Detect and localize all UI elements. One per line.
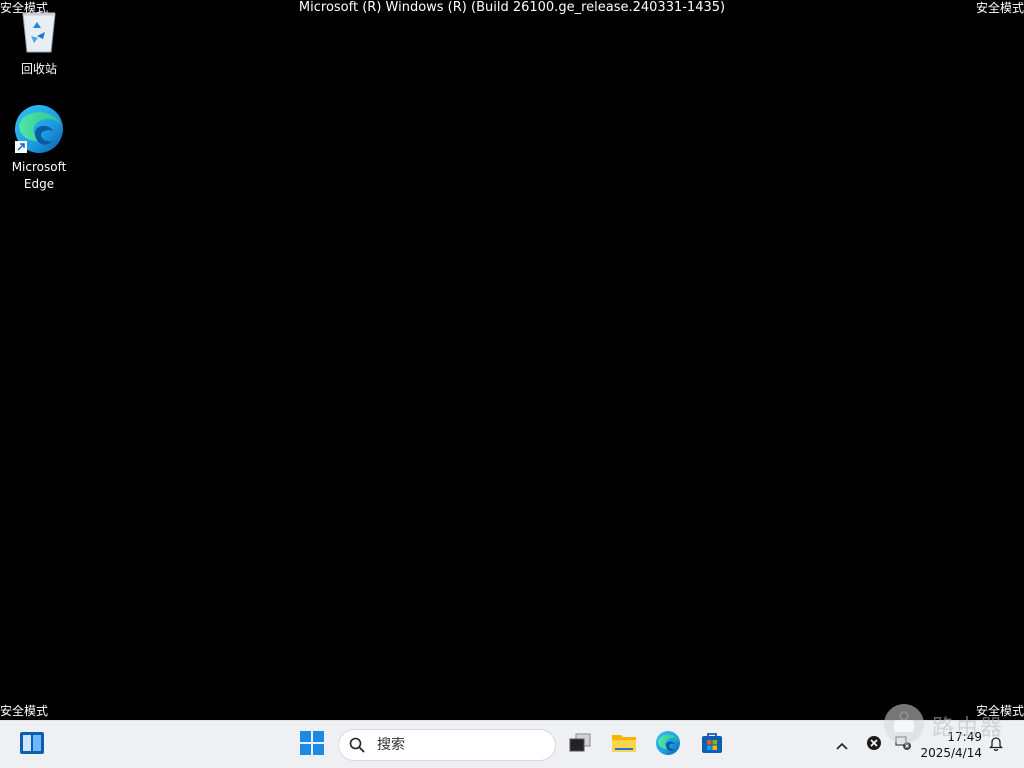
bell-icon (988, 735, 1004, 755)
clock-time: 17:49 (947, 730, 982, 744)
safe-mode-label-bottom-right: 安全模式 (975, 704, 1024, 718)
desktop-icon-label: Microsoft Edge (11, 160, 67, 191)
start-button[interactable] (296, 729, 328, 761)
microsoft-store-button[interactable] (696, 729, 728, 761)
edge-icon (655, 730, 681, 760)
clock[interactable]: 17:49 2025/4/14 (920, 729, 982, 761)
edge-taskbar-button[interactable] (652, 729, 684, 761)
search-input[interactable] (375, 736, 539, 754)
windows-logo-icon (300, 731, 324, 759)
desktop-icon-label: 回收站 (20, 62, 57, 76)
tray-status-button[interactable] (864, 735, 884, 755)
store-icon (700, 731, 724, 759)
edge-icon (13, 103, 65, 155)
desktop-icon-recycle-bin[interactable]: 回收站 (0, 8, 78, 78)
task-view-button[interactable] (564, 729, 596, 761)
folder-icon (611, 732, 637, 758)
recycle-bin-icon (19, 8, 59, 57)
taskbar: 17:49 2025/4/14 (0, 720, 1024, 768)
notifications-button[interactable] (986, 735, 1006, 755)
task-view-icon (568, 732, 592, 758)
widgets-button[interactable] (16, 729, 48, 761)
chevron-up-icon (835, 736, 849, 755)
shortcut-arrow-icon (15, 141, 27, 153)
clock-date: 2025/4/14 (920, 746, 982, 760)
widgets-icon (19, 731, 45, 759)
file-explorer-button[interactable] (608, 729, 640, 761)
network-button[interactable] (894, 735, 914, 755)
close-circle-icon (866, 735, 882, 755)
desktop-icon-microsoft-edge[interactable]: Microsoft Edge (0, 103, 78, 193)
build-info-title: Microsoft (R) Windows (R) (Build 26100.g… (298, 0, 726, 15)
network-disconnected-icon (895, 734, 913, 756)
safe-mode-label-bottom-left: 安全模式 (0, 704, 49, 718)
show-hidden-icons-button[interactable] (832, 735, 852, 755)
taskbar-search-box[interactable] (338, 729, 556, 761)
search-icon (349, 737, 365, 753)
